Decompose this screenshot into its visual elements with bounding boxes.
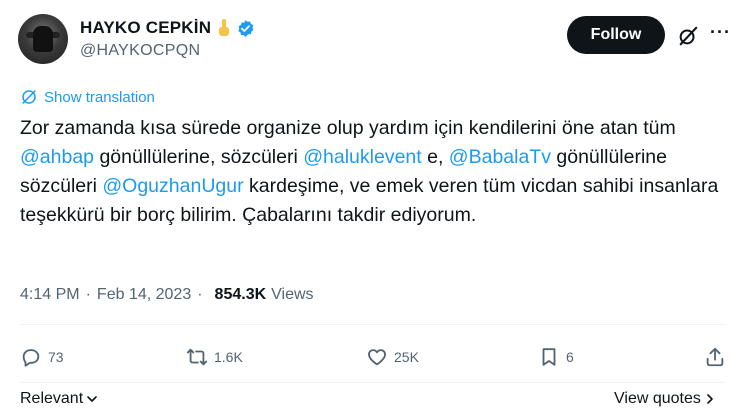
mention-babalatv[interactable]: @BabalaTv	[449, 146, 551, 168]
tweet-time[interactable]: 4:14 PM	[20, 286, 80, 304]
sort-replies-dropdown[interactable]: Relevant	[20, 390, 98, 408]
repost-icon	[186, 348, 208, 366]
repost-button[interactable]: 1.6K	[186, 346, 243, 368]
views-count: 854.3K	[214, 286, 267, 303]
mention-oguzhanugur[interactable]: @OguzhanUgur	[102, 175, 243, 197]
share-button[interactable]	[704, 346, 732, 368]
tweet-text: Zor zamanda kısa sürede organize olup ya…	[20, 114, 725, 230]
meta-separator: ·	[197, 286, 203, 303]
divider	[20, 324, 725, 325]
like-button[interactable]: 25K	[366, 346, 419, 368]
follow-button[interactable]: Follow	[567, 16, 665, 54]
share-icon	[706, 347, 724, 367]
mention-haluklevent[interactable]: @haluklevent	[303, 146, 421, 168]
verified-badge-icon[interactable]	[236, 19, 255, 38]
view-quotes-link[interactable]: View quotes	[614, 390, 716, 408]
bookmark-icon	[542, 348, 556, 366]
view-quotes-label: View quotes	[614, 390, 701, 407]
tweet-text-part: Zor zamanda kısa sürede organize olup ya…	[20, 117, 676, 139]
reply-icon	[22, 349, 40, 367]
meta-separator: ·	[85, 286, 91, 303]
bookmark-button[interactable]: 6	[538, 346, 574, 368]
tweet-meta: 4:14 PM · Feb 14, 2023 · 854.3K Views	[20, 286, 314, 304]
author-name[interactable]: HAYKO CEPKİN	[80, 18, 211, 38]
avatar[interactable]	[18, 14, 68, 64]
more-options-icon[interactable]: ···	[710, 22, 731, 43]
tweet-header: HAYKO CEPKİN @HAYKOCPQN Follow ···	[0, 0, 745, 80]
repost-count: 1.6K	[214, 349, 243, 365]
pointing-hand-icon	[219, 19, 230, 36]
globe-icon	[22, 90, 36, 104]
action-bar: 73 1.6K 25K 6	[20, 346, 735, 376]
avatar-figure	[33, 26, 53, 52]
sort-label: Relevant	[20, 390, 84, 407]
like-count: 25K	[394, 349, 419, 365]
author-handle[interactable]: @HAYKOCPQN	[80, 42, 200, 60]
bookmark-count: 6	[566, 349, 574, 365]
heart-icon	[368, 349, 386, 366]
reply-count: 73	[48, 349, 64, 365]
divider	[20, 382, 725, 383]
reply-button[interactable]: 73	[20, 346, 64, 368]
tweet-text-part: gönüllülerine, sözcüleri	[94, 146, 304, 168]
chevron-down-icon	[87, 396, 97, 402]
grok-icon[interactable]	[677, 25, 699, 47]
author-name-row: HAYKO CEPKİN	[80, 16, 255, 40]
show-translation-link[interactable]: Show translation	[20, 88, 155, 106]
mention-ahbap[interactable]: @ahbap	[20, 146, 94, 168]
tweet-date[interactable]: Feb 14, 2023	[97, 286, 191, 304]
tweet-text-part: e,	[421, 146, 449, 168]
views-label: Views	[271, 286, 314, 303]
chevron-right-icon	[707, 394, 713, 404]
show-translation-label: Show translation	[44, 88, 155, 106]
